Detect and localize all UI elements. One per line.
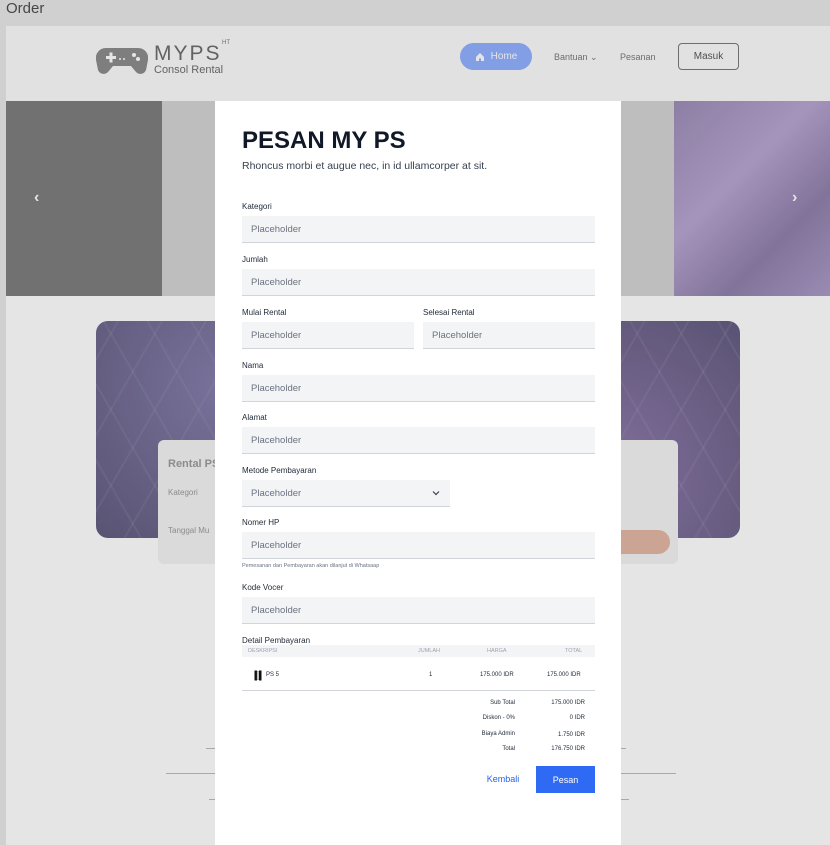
diskon-label: Diskon - 0%	[482, 715, 515, 721]
metode-pembayaran-select[interactable]: Placeholder	[242, 480, 450, 507]
jumlah-input[interactable]: Placeholder	[242, 269, 595, 296]
nomor-hp-hint: Pemesanan dan Pembayaran akan dilanjut d…	[242, 563, 380, 569]
mulai-rental-label: Mulai Rental	[242, 308, 287, 317]
alamat-label: Alamat	[242, 413, 267, 422]
item-jumlah: 1	[429, 672, 433, 678]
nomor-hp-label: Nomer HP	[242, 518, 280, 527]
header-total: TOTAL	[565, 648, 583, 654]
nama-input[interactable]: Placeholder	[242, 375, 595, 402]
table-divider	[242, 690, 595, 691]
diskon-value: 0 IDR	[569, 715, 585, 721]
selesai-rental-input[interactable]: Placeholder	[423, 322, 595, 349]
subtotal-value: 175.000 IDR	[551, 700, 585, 706]
order-modal: PESAN MY PS Rhoncus morbi et augue nec, …	[215, 101, 621, 845]
metode-pembayaran-value: Placeholder	[251, 487, 302, 499]
item-harga: 175.000 IDR	[480, 672, 514, 678]
kode-vocer-label: Kode Vocer	[242, 583, 284, 592]
biaya-admin-label: Biaya Admin	[481, 731, 515, 737]
nomor-hp-input[interactable]: Placeholder	[242, 532, 595, 559]
chevron-down-icon	[432, 491, 440, 496]
subtotal-label: Sub Total	[490, 700, 515, 706]
header-harga: HARGA	[487, 648, 507, 654]
kategori-input[interactable]: Placeholder	[242, 216, 595, 243]
total-label: Total	[502, 746, 515, 752]
mulai-rental-input[interactable]: Placeholder	[242, 322, 414, 349]
alamat-input[interactable]: Placeholder	[242, 427, 595, 454]
kategori-label: Kategori	[242, 202, 272, 211]
pesan-button[interactable]: Pesan	[536, 766, 595, 793]
payment-table-header: DESKRIPSI JUMLAH HARGA TOTAL	[242, 645, 595, 657]
item-deskripsi: PS 5	[266, 672, 280, 678]
nama-label: Nama	[242, 361, 264, 370]
header-jumlah: JUMLAH	[418, 648, 441, 654]
detail-pembayaran-title: Detail Pembayaran	[242, 636, 311, 645]
kembali-button[interactable]: Kembali	[481, 766, 525, 792]
ps5-console-icon	[254, 670, 262, 681]
jumlah-label: Jumlah	[242, 255, 268, 264]
item-total: 175.000 IDR	[547, 672, 581, 678]
selesai-rental-label: Selesai Rental	[423, 308, 475, 317]
kode-vocer-input[interactable]: Placeholder	[242, 597, 595, 624]
modal-title: PESAN MY PS	[242, 127, 406, 154]
total-value: 176.750 IDR	[551, 746, 585, 752]
modal-subtitle: Rhoncus morbi et augue nec, in id ullamc…	[242, 160, 488, 172]
biaya-admin-value: 1.750 IDR	[557, 732, 585, 738]
header-deskripsi: DESKRIPSI	[248, 648, 278, 654]
metode-pembayaran-label: Metode Pembayaran	[242, 466, 317, 475]
